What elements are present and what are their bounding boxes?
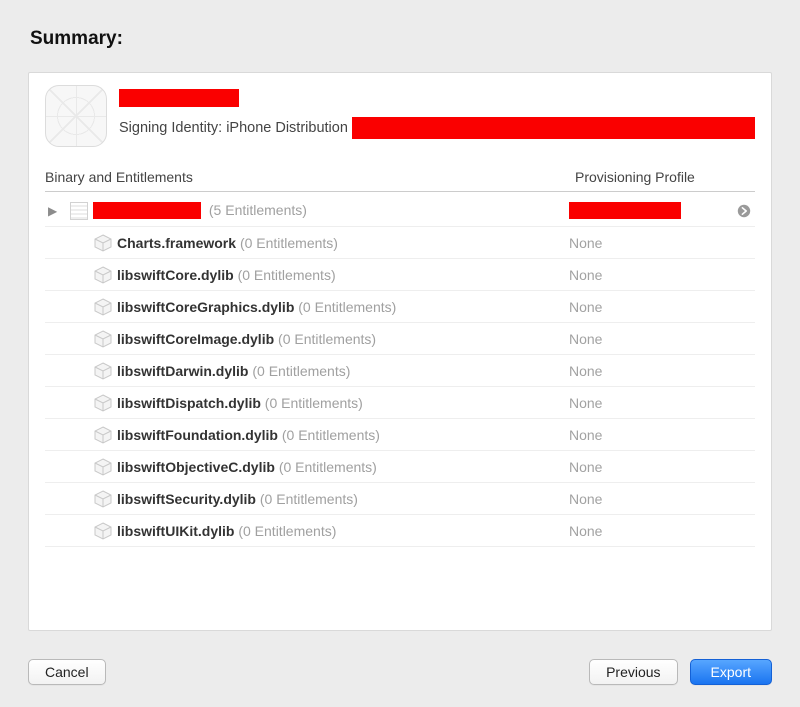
binary-name-cell: libswiftSecurity.dylib (0 Entitlements) <box>117 491 569 507</box>
column-binary-header: Binary and Entitlements <box>45 169 575 185</box>
entitlements-count: (0 Entitlements) <box>282 427 380 443</box>
framework-box-icon <box>89 234 117 252</box>
binary-name: libswiftDispatch.dylib <box>117 395 261 411</box>
framework-box-icon <box>89 266 117 284</box>
table-row-main-binary[interactable]: ▶ (5 Entitlements) <box>45 195 755 227</box>
entitlements-count: (0 Entitlements) <box>278 331 376 347</box>
entitlements-count: (0 Entitlements) <box>252 363 350 379</box>
signing-identity-label: Signing Identity: <box>119 120 226 136</box>
footer-buttons: Cancel Previous Export <box>28 659 772 685</box>
framework-box-icon <box>89 458 117 476</box>
column-profile-header: Provisioning Profile <box>575 169 755 185</box>
app-icon-placeholder <box>45 85 107 147</box>
binary-name-cell: libswiftCoreImage.dylib (0 Entitlements) <box>117 331 569 347</box>
profile-cell: None <box>569 267 733 283</box>
profile-cell <box>569 202 733 220</box>
framework-box-icon <box>89 362 117 380</box>
binary-name: Charts.framework <box>117 235 236 251</box>
table-row[interactable]: libswiftCore.dylib (0 Entitlements)None <box>45 259 755 291</box>
binary-name-cell: libswiftCore.dylib (0 Entitlements) <box>117 267 569 283</box>
redacted-app-name <box>119 89 239 107</box>
table-header: Binary and Entitlements Provisioning Pro… <box>45 169 755 192</box>
binary-name: libswiftDarwin.dylib <box>117 363 248 379</box>
previous-button[interactable]: Previous <box>589 659 677 685</box>
table-row[interactable]: libswiftCoreImage.dylib (0 Entitlements)… <box>45 323 755 355</box>
binary-name-cell: (5 Entitlements) <box>93 202 569 220</box>
disclosure-triangle-icon[interactable]: ▶ <box>45 204 65 218</box>
table-row[interactable]: libswiftDispatch.dylib (0 Entitlements)N… <box>45 387 755 419</box>
profile-cell: None <box>569 299 733 315</box>
table-row[interactable]: libswiftUIKit.dylib (0 Entitlements)None <box>45 515 755 547</box>
entitlements-count: (0 Entitlements) <box>238 267 336 283</box>
binary-name: libswiftObjectiveC.dylib <box>117 459 275 475</box>
binary-name: libswiftSecurity.dylib <box>117 491 256 507</box>
cancel-button[interactable]: Cancel <box>28 659 106 685</box>
framework-box-icon <box>89 426 117 444</box>
profile-cell: None <box>569 523 733 539</box>
app-header: Signing Identity: iPhone Distribution <box>45 85 755 147</box>
binary-name: libswiftCoreImage.dylib <box>117 331 274 347</box>
profile-cell: None <box>569 459 733 475</box>
profile-cell: None <box>569 235 733 251</box>
binaries-list: ▶ (5 Entitlements) Charts.framework (0 E… <box>45 195 755 547</box>
redacted-binary-name <box>93 202 201 219</box>
redacted-profile-name <box>569 202 681 219</box>
entitlements-count: (0 Entitlements) <box>265 395 363 411</box>
profile-cell: None <box>569 427 733 443</box>
entitlements-count: (0 Entitlements) <box>260 491 358 507</box>
entitlements-count: (0 Entitlements) <box>298 299 396 315</box>
framework-box-icon <box>89 298 117 316</box>
binary-name-cell: libswiftUIKit.dylib (0 Entitlements) <box>117 523 569 539</box>
table-row[interactable]: Charts.framework (0 Entitlements)None <box>45 227 755 259</box>
binary-icon <box>65 202 93 220</box>
signing-identity-line: Signing Identity: iPhone Distribution <box>119 117 755 139</box>
entitlements-count: (5 Entitlements) <box>209 202 307 218</box>
binary-name-cell: libswiftDispatch.dylib (0 Entitlements) <box>117 395 569 411</box>
binary-name-cell: libswiftDarwin.dylib (0 Entitlements) <box>117 363 569 379</box>
profile-cell: None <box>569 331 733 347</box>
table-row[interactable]: libswiftSecurity.dylib (0 Entitlements)N… <box>45 483 755 515</box>
redacted-signing-detail <box>352 117 755 139</box>
binary-name: libswiftUIKit.dylib <box>117 523 234 539</box>
go-arrow-icon[interactable] <box>733 204 755 218</box>
profile-cell: None <box>569 363 733 379</box>
entitlements-count: (0 Entitlements) <box>238 523 336 539</box>
framework-box-icon <box>89 394 117 412</box>
profile-cell: None <box>569 491 733 507</box>
table-row[interactable]: libswiftObjectiveC.dylib (0 Entitlements… <box>45 451 755 483</box>
binary-name-cell: libswiftCoreGraphics.dylib (0 Entitlemen… <box>117 299 569 315</box>
framework-box-icon <box>89 330 117 348</box>
page-title: Summary: <box>0 0 800 64</box>
export-button[interactable]: Export <box>690 659 772 685</box>
export-summary-window: Summary: Signing Identity: iPhone Distri… <box>0 0 800 707</box>
table-row[interactable]: libswiftFoundation.dylib (0 Entitlements… <box>45 419 755 451</box>
binary-name: libswiftFoundation.dylib <box>117 427 278 443</box>
app-header-text: Signing Identity: iPhone Distribution <box>119 85 755 139</box>
table-row[interactable]: libswiftCoreGraphics.dylib (0 Entitlemen… <box>45 291 755 323</box>
binary-name: libswiftCoreGraphics.dylib <box>117 299 294 315</box>
binary-name-cell: libswiftFoundation.dylib (0 Entitlements… <box>117 427 569 443</box>
binary-name: libswiftCore.dylib <box>117 267 234 283</box>
entitlements-count: (0 Entitlements) <box>279 459 377 475</box>
table-row[interactable]: libswiftDarwin.dylib (0 Entitlements)Non… <box>45 355 755 387</box>
summary-panel: Signing Identity: iPhone Distribution Bi… <box>28 72 772 631</box>
entitlements-count: (0 Entitlements) <box>240 235 338 251</box>
framework-box-icon <box>89 522 117 540</box>
binary-name-cell: Charts.framework (0 Entitlements) <box>117 235 569 251</box>
signing-identity-value: iPhone Distribution <box>226 120 352 136</box>
profile-cell: None <box>569 395 733 411</box>
framework-box-icon <box>89 490 117 508</box>
binary-name-cell: libswiftObjectiveC.dylib (0 Entitlements… <box>117 459 569 475</box>
